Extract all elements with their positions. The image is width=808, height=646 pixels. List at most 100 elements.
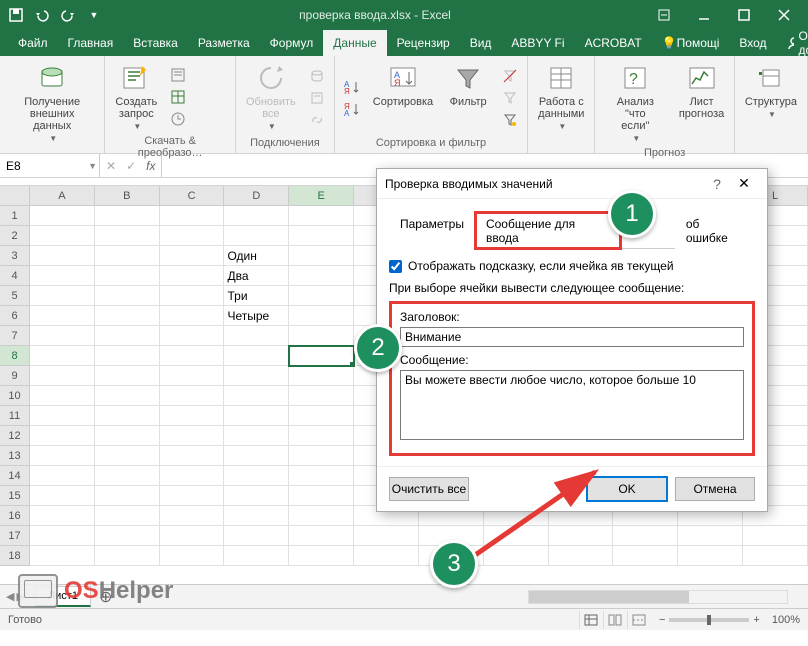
cell[interactable] <box>484 546 549 566</box>
cell[interactable] <box>224 466 289 486</box>
zoom-in-icon[interactable]: + <box>753 614 759 626</box>
cell[interactable] <box>95 466 160 486</box>
cell[interactable] <box>549 546 614 566</box>
select-all-corner[interactable] <box>0 186 30 206</box>
reapply-icon[interactable] <box>499 88 521 108</box>
cell[interactable] <box>354 546 419 566</box>
get-external-data-button[interactable]: Получение внешних данных▼ <box>6 60 98 145</box>
cell[interactable] <box>95 346 160 366</box>
row-header[interactable]: 9 <box>0 366 30 386</box>
column-header[interactable]: A <box>30 186 95 206</box>
cell[interactable] <box>160 506 225 526</box>
cell[interactable] <box>30 266 95 286</box>
cell[interactable] <box>95 526 160 546</box>
cell[interactable] <box>160 346 225 366</box>
cell[interactable] <box>289 206 354 226</box>
forecast-button[interactable]: Лист прогноза <box>675 60 728 145</box>
cell[interactable] <box>30 506 95 526</box>
cell[interactable] <box>224 346 289 366</box>
cell[interactable] <box>289 286 354 306</box>
dialog-tab-input-message[interactable]: Сообщение для ввода <box>475 212 621 249</box>
cell[interactable] <box>743 546 808 566</box>
dialog-tab-error-alert[interactable]: об ошибке <box>675 212 755 249</box>
tab-abbyy[interactable]: ABBYY Fi <box>501 30 574 56</box>
cell[interactable] <box>289 386 354 406</box>
column-header[interactable]: E <box>289 186 354 206</box>
row-header[interactable]: 1 <box>0 206 30 226</box>
cell[interactable] <box>224 526 289 546</box>
cell[interactable] <box>289 506 354 526</box>
view-page-layout-icon[interactable] <box>603 611 627 629</box>
cell[interactable] <box>289 266 354 286</box>
cell[interactable] <box>30 546 95 566</box>
row-header[interactable]: 5 <box>0 286 30 306</box>
row-header[interactable]: 12 <box>0 426 30 446</box>
cell[interactable] <box>30 286 95 306</box>
cell[interactable] <box>160 206 225 226</box>
tab-review[interactable]: Рецензир <box>387 30 460 56</box>
cell[interactable] <box>160 286 225 306</box>
show-queries-icon[interactable] <box>167 65 189 85</box>
cell[interactable]: Один <box>224 246 289 266</box>
cell[interactable] <box>289 406 354 426</box>
cell[interactable] <box>95 306 160 326</box>
cell[interactable] <box>95 506 160 526</box>
clear-filter-icon[interactable] <box>499 66 521 86</box>
zoom-slider[interactable] <box>669 618 749 622</box>
cell[interactable] <box>160 546 225 566</box>
cell[interactable] <box>95 546 160 566</box>
sort-asc-icon[interactable]: AЯ <box>341 77 363 97</box>
tab-insert[interactable]: Вставка <box>123 30 188 56</box>
sort-button[interactable]: АЯ Сортировка <box>369 60 437 135</box>
tab-home[interactable]: Главная <box>58 30 124 56</box>
data-tools-button[interactable]: Работа с данными▼ <box>534 60 588 135</box>
tab-formulas[interactable]: Формул <box>260 30 324 56</box>
cell[interactable]: Два <box>224 266 289 286</box>
ok-button[interactable]: OK <box>587 477 667 501</box>
tab-data[interactable]: Данные <box>323 30 386 56</box>
cell[interactable] <box>95 246 160 266</box>
cell[interactable] <box>30 346 95 366</box>
cell[interactable] <box>160 446 225 466</box>
cell[interactable] <box>160 326 225 346</box>
tell-me[interactable]: 💡 Помощі <box>652 30 730 56</box>
tab-layout[interactable]: Разметка <box>188 30 260 56</box>
cell[interactable] <box>224 226 289 246</box>
maximize-icon[interactable] <box>724 0 764 30</box>
cell[interactable] <box>160 266 225 286</box>
from-table-icon[interactable] <box>167 87 189 107</box>
cancel-button[interactable]: Отмена <box>675 477 755 501</box>
cell[interactable] <box>30 526 95 546</box>
cell[interactable]: Четыре <box>224 306 289 326</box>
cell[interactable] <box>160 306 225 326</box>
properties-icon[interactable] <box>306 88 328 108</box>
cell[interactable] <box>95 386 160 406</box>
cell[interactable] <box>224 406 289 426</box>
column-header[interactable]: B <box>95 186 160 206</box>
cell[interactable] <box>613 526 678 546</box>
row-header[interactable]: 6 <box>0 306 30 326</box>
cell[interactable] <box>289 466 354 486</box>
cell[interactable] <box>95 286 160 306</box>
share-button[interactable]: Общий доступ <box>777 30 808 56</box>
minimize-icon[interactable] <box>684 0 724 30</box>
cell[interactable] <box>678 546 743 566</box>
cell[interactable] <box>224 206 289 226</box>
cell[interactable] <box>289 426 354 446</box>
cell[interactable] <box>30 326 95 346</box>
row-header[interactable]: 3 <box>0 246 30 266</box>
cell[interactable] <box>160 226 225 246</box>
view-normal-icon[interactable] <box>579 611 603 629</box>
sign-in[interactable]: Вход <box>729 30 776 56</box>
cell[interactable]: Три <box>224 286 289 306</box>
cell[interactable] <box>224 546 289 566</box>
row-header[interactable]: 2 <box>0 226 30 246</box>
cell[interactable] <box>30 206 95 226</box>
cell[interactable] <box>289 486 354 506</box>
cell[interactable] <box>613 546 678 566</box>
cell[interactable] <box>30 486 95 506</box>
tab-view[interactable]: Вид <box>460 30 502 56</box>
whatif-button[interactable]: ? Анализ "что если"▼ <box>601 60 669 145</box>
cell[interactable] <box>95 406 160 426</box>
cell[interactable] <box>224 506 289 526</box>
